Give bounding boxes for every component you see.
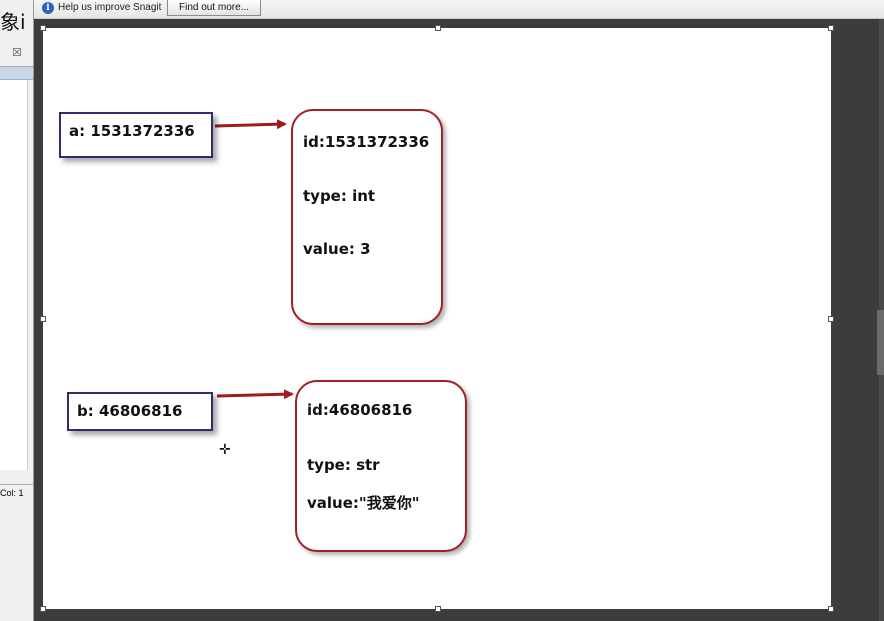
object-b-id: id:46806816 [307, 401, 413, 419]
find-out-more-button[interactable]: Find out more... [167, 0, 262, 16]
close-icon[interactable]: ☒ [12, 46, 22, 59]
right-scrollbar-handle[interactable] [877, 310, 884, 375]
resize-handle-middle-right[interactable] [828, 316, 834, 322]
variable-b-box[interactable]: b: 46806816 [67, 392, 213, 431]
notification-message: Help us improve Snagit [58, 2, 162, 13]
info-icon: i [42, 2, 54, 14]
arrow-a-to-object [214, 119, 287, 130]
resize-handle-bottom-middle[interactable] [435, 606, 441, 612]
left-window-tab-strip [0, 66, 33, 80]
left-window-document [0, 80, 28, 470]
object-b-type: type: str [307, 456, 380, 474]
move-cursor-icon: ✛ [219, 442, 231, 458]
variable-a-box[interactable]: a: 1531372336 [59, 112, 213, 158]
resize-handle-top-middle[interactable] [435, 25, 441, 31]
arrow-b-to-object [216, 389, 294, 400]
variable-a-label: a: 1531372336 [69, 122, 195, 140]
notification-bar: i Help us improve Snagit Find out more..… [34, 0, 884, 19]
image-canvas[interactable]: a: 1531372336 id:1531372336 type: int va… [43, 28, 831, 609]
left-window-status-bar: Col: 1 [0, 484, 33, 501]
resize-handle-bottom-left[interactable] [40, 606, 46, 612]
left-window-title: 象i [0, 10, 26, 34]
object-a-type: type: int [303, 187, 376, 205]
resize-handle-middle-left[interactable] [40, 316, 46, 322]
left-background-window: 象i ☒ Col: 1 [0, 0, 34, 621]
resize-handle-top-left[interactable] [40, 25, 46, 31]
object-a-box[interactable]: id:1531372336 type: int value: 3 [291, 109, 443, 325]
object-b-value: value:"我爱你" [307, 494, 420, 512]
object-a-id: id:1531372336 [303, 133, 430, 151]
variable-b-label: b: 46806816 [77, 402, 183, 420]
object-b-box[interactable]: id:46806816 type: str value:"我爱你" [295, 380, 467, 552]
resize-handle-bottom-right[interactable] [828, 606, 834, 612]
resize-handle-top-right[interactable] [828, 25, 834, 31]
object-a-value: value: 3 [303, 240, 371, 258]
